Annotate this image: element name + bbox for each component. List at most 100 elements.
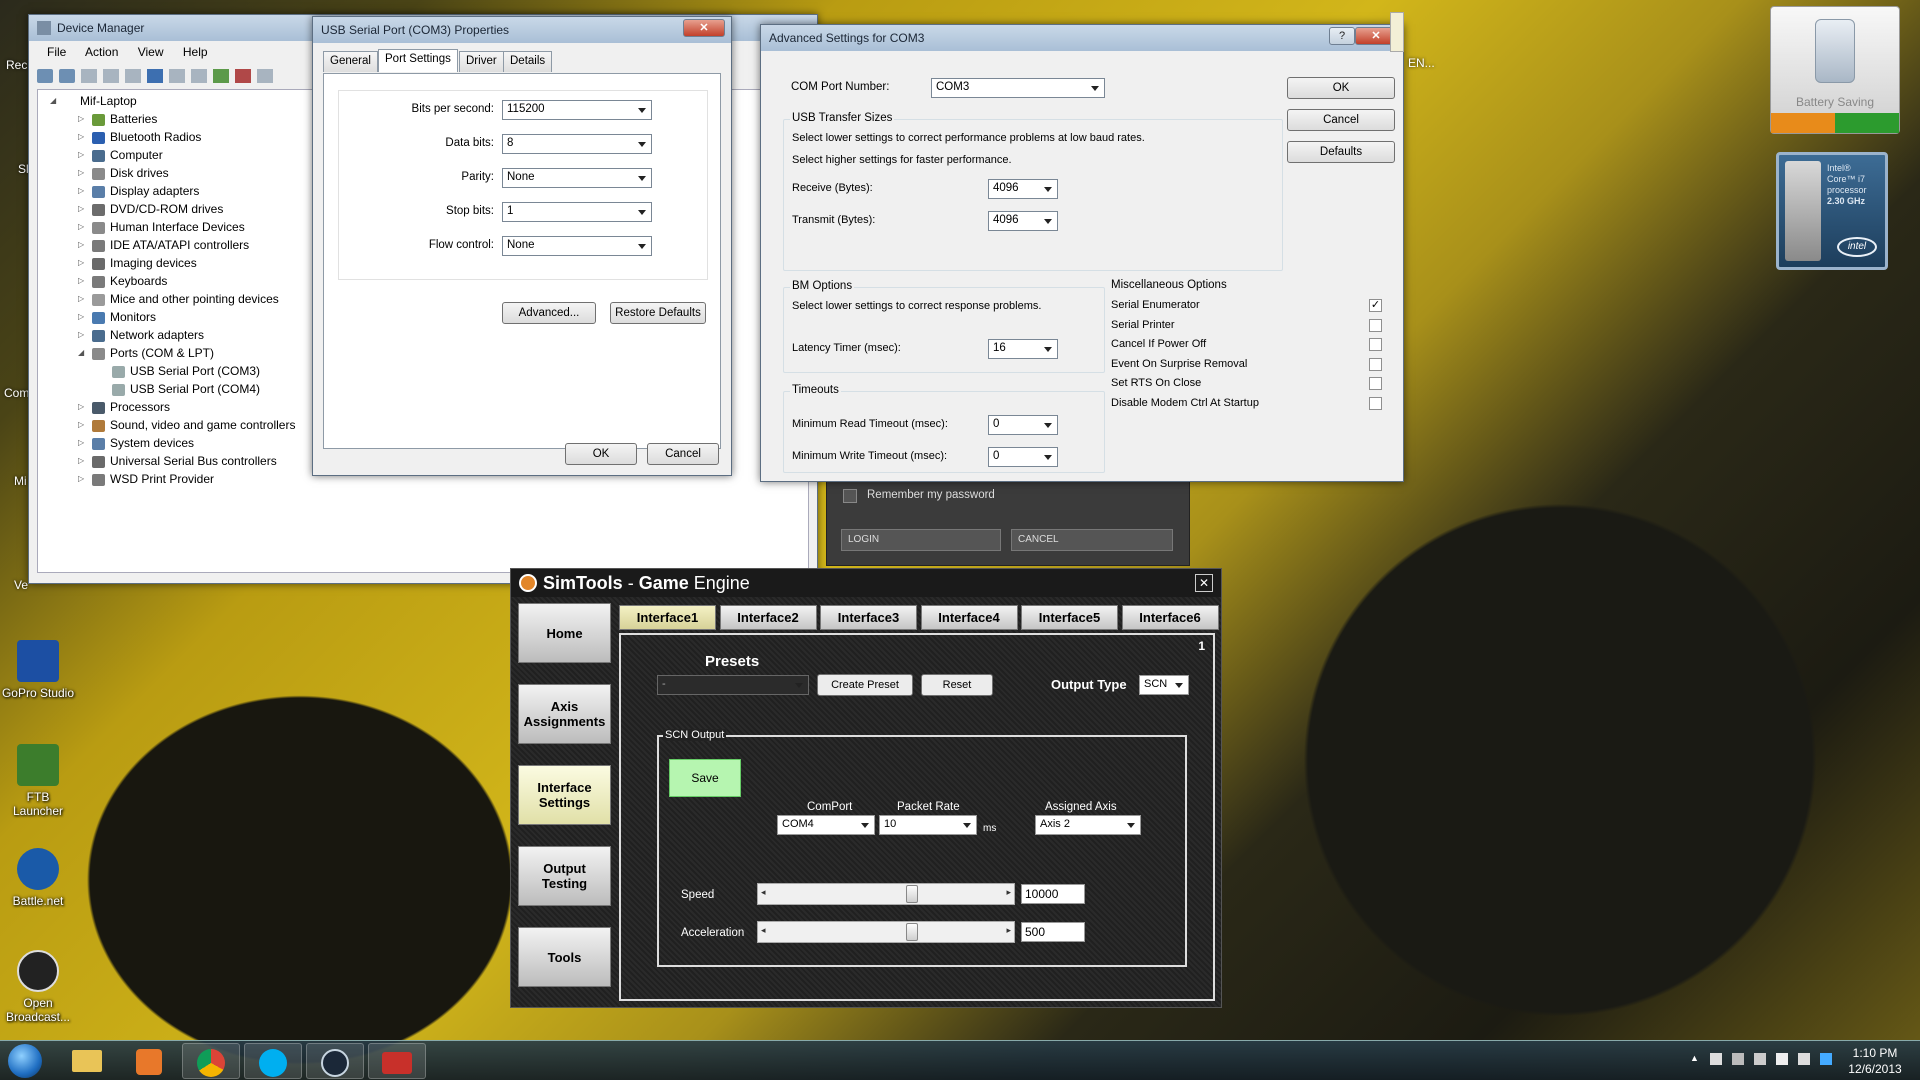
tree-expander-icon[interactable]: ▷ [78, 452, 84, 470]
properties-cancel-button[interactable]: Cancel [647, 443, 719, 465]
back-icon[interactable] [37, 69, 53, 83]
tree-expander-icon[interactable]: ▷ [78, 218, 84, 236]
battery-tray-icon[interactable] [1754, 1053, 1766, 1065]
speed-slider[interactable]: ◂ ▸ [757, 883, 1015, 905]
clock[interactable]: 1:10 PM 12/6/2013 [1838, 1045, 1912, 1077]
interface-tab[interactable]: Interface5 [1021, 605, 1118, 630]
tree-item[interactable]: ▷ DVD/CD-ROM drives [78, 200, 295, 218]
advanced-cancel-button[interactable]: Cancel [1287, 109, 1395, 131]
start-orb-icon[interactable] [8, 1044, 42, 1078]
desktop-icon-ftb[interactable]: FTB Launcher [0, 744, 76, 818]
slider-left-arrow-icon[interactable]: ◂ [761, 887, 766, 898]
misc-option-checkbox[interactable]: ✓ [1369, 299, 1382, 312]
power-icon[interactable] [1771, 113, 1835, 133]
properties-close-button[interactable]: ✕ [683, 19, 725, 37]
comport-select[interactable]: COM4 [777, 815, 875, 835]
tree-expander-icon[interactable]: ▷ [78, 416, 84, 434]
tree-item[interactable]: ▷ Bluetooth Radios [78, 128, 295, 146]
signal-icon[interactable] [1776, 1053, 1788, 1065]
tree-root[interactable]: ◢ Mif-Laptop [50, 92, 137, 110]
speed-value-input[interactable]: 10000 [1021, 884, 1085, 904]
latency-select[interactable]: 16 [988, 339, 1058, 359]
advanced-ok-button[interactable]: OK [1287, 77, 1395, 99]
acceleration-slider-thumb[interactable] [906, 923, 918, 941]
interface-tab[interactable]: Interface6 [1121, 605, 1219, 630]
interface-tab[interactable]: Interface3 [820, 605, 917, 630]
tree-expander-icon[interactable]: ◢ [78, 344, 84, 362]
misc-option-checkbox[interactable] [1369, 357, 1382, 371]
interface-tab[interactable]: Interface4 [920, 605, 1018, 630]
reset-button[interactable]: Reset [921, 674, 993, 696]
tree-item[interactable]: ▷ System devices [78, 434, 295, 452]
tree-expander-icon[interactable]: ▷ [78, 290, 84, 308]
tree-item[interactable]: ▷ Keyboards [78, 272, 295, 290]
port-setting-select[interactable]: 115200 [502, 100, 652, 120]
tab-port-settings[interactable]: Port Settings [378, 49, 458, 72]
desktop-icon-battlenet[interactable]: Battle.net [0, 848, 76, 908]
taskbar-steam[interactable] [306, 1043, 364, 1079]
menu-file[interactable]: File [47, 45, 66, 59]
dropbox-icon[interactable] [1820, 1053, 1832, 1065]
tree-item[interactable]: USB Serial Port (COM3) [112, 362, 295, 380]
nav-button[interactable]: Tools [518, 927, 611, 987]
tab-details[interactable]: Details [503, 51, 553, 72]
tree-expander-icon[interactable]: ▷ [78, 236, 84, 254]
acceleration-value-input[interactable]: 500 [1021, 922, 1085, 942]
properties-icon[interactable] [103, 69, 119, 83]
desktop-icon-gopro[interactable]: GoPro Studio [0, 640, 76, 700]
view-icon[interactable] [169, 69, 185, 83]
tab-general[interactable]: General [323, 51, 378, 72]
volume-icon[interactable] [1798, 1053, 1810, 1065]
tree-item[interactable]: ▷ Batteries [78, 110, 295, 128]
tab-driver[interactable]: Driver [459, 51, 504, 72]
interface-tab[interactable]: Interface1 [619, 605, 716, 630]
advanced-defaults-button[interactable]: Defaults [1287, 141, 1395, 163]
tree-expander-icon[interactable]: ▷ [78, 200, 84, 218]
tree-expander-icon[interactable]: ▷ [78, 470, 84, 488]
port-setting-select[interactable]: None [502, 168, 652, 188]
taskbar-media-player[interactable] [120, 1043, 178, 1079]
taskbar-chrome[interactable] [182, 1043, 240, 1079]
remember-checkbox[interactable] [843, 489, 857, 503]
tree-item[interactable]: ▷ Imaging devices [78, 254, 295, 272]
taskbar-skype[interactable] [244, 1043, 302, 1079]
taskbar-toolbox[interactable] [368, 1043, 426, 1079]
nav-button[interactable]: Interface Settings [518, 765, 611, 825]
up-icon[interactable] [81, 69, 97, 83]
packet-rate-select[interactable]: 10 [879, 815, 977, 835]
receive-select[interactable]: 4096 [988, 179, 1058, 199]
interface-tab[interactable]: Interface2 [719, 605, 817, 630]
assigned-axis-select[interactable]: Axis 2 [1035, 815, 1141, 835]
tree-expander-icon[interactable]: ▷ [78, 182, 84, 200]
update-driver-icon[interactable] [213, 69, 229, 83]
misc-option-checkbox[interactable] [1369, 338, 1382, 351]
menu-view[interactable]: View [138, 45, 164, 59]
port-setting-select[interactable]: 1 [502, 202, 652, 222]
tree-expander-icon[interactable]: ▷ [78, 326, 84, 344]
battery-gadget[interactable]: Battery Saving [1770, 6, 1900, 134]
nav-button[interactable]: Home [518, 603, 611, 663]
advanced-help-button[interactable]: ? [1329, 27, 1355, 45]
tree-item[interactable]: ▷ Monitors [78, 308, 295, 326]
save-button[interactable]: Save [669, 759, 741, 797]
properties-titlebar[interactable]: USB Serial Port (COM3) Properties [313, 17, 731, 43]
advanced-titlebar[interactable]: Advanced Settings for COM3 [761, 25, 1403, 51]
tree-item[interactable]: ▷ Disk drives [78, 164, 295, 182]
tree-expander-icon[interactable]: ▷ [78, 398, 84, 416]
login-button[interactable]: LOGIN [841, 529, 1001, 551]
slider-right-arrow-icon[interactable]: ▸ [1006, 887, 1011, 898]
transmit-select[interactable]: 4096 [988, 211, 1058, 231]
flag-icon[interactable] [1710, 1053, 1722, 1065]
tree-item[interactable]: USB Serial Port (COM4) [112, 380, 295, 398]
tree-expander-icon[interactable]: ▷ [78, 434, 84, 452]
speed-slider-thumb[interactable] [906, 885, 918, 903]
login-cancel-button[interactable]: CANCEL [1011, 529, 1173, 551]
battery-icon[interactable] [1835, 113, 1899, 133]
tree-expander-icon[interactable]: ▷ [78, 254, 84, 272]
tray-arrow-icon[interactable]: ▲ [1690, 1053, 1700, 1063]
tree-item[interactable]: ▷ WSD Print Provider [78, 470, 295, 488]
scan-icon[interactable] [191, 69, 207, 83]
simtools-titlebar[interactable]: SimTools - Game Engine ✕ [511, 569, 1221, 597]
desktop-icon-obs[interactable]: Open Broadcast... [0, 950, 76, 1024]
tree-item[interactable]: ▷ Mice and other pointing devices [78, 290, 295, 308]
